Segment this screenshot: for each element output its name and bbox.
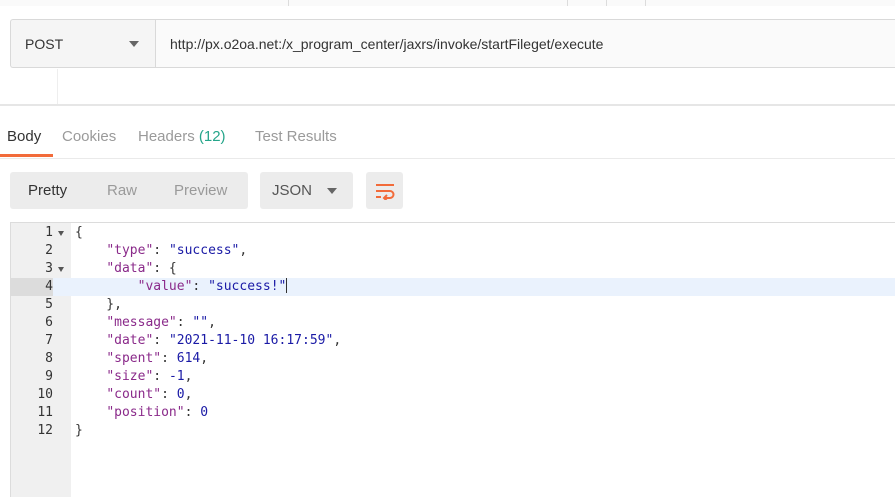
- tab-divider: [645, 0, 646, 6]
- code-line: 7 "date": "2021-11-10 16:17:59",: [11, 332, 895, 350]
- wrap-lines-icon: [375, 183, 394, 200]
- headers-count-badge: (12): [198, 128, 226, 145]
- code-line: 11 "position": 0: [11, 404, 895, 422]
- view-mode-segmented: Pretty Raw Preview: [10, 172, 248, 209]
- tab-cookies[interactable]: Cookies: [62, 128, 116, 145]
- code-text: "type": "success",: [106, 243, 248, 258]
- tabs-divider: [0, 158, 895, 159]
- line-number: 4: [11, 278, 53, 296]
- wrap-lines-button[interactable]: [366, 172, 403, 209]
- text-cursor: [286, 278, 288, 293]
- code-text: "position": 0: [106, 405, 209, 420]
- tab-body-label: Body: [7, 128, 42, 145]
- code-text: {: [75, 225, 83, 240]
- line-number: 11: [37, 405, 53, 420]
- url-input[interactable]: http://px.o2oa.net:/x_program_center/jax…: [156, 20, 895, 67]
- code-line: 6 "message": "",: [11, 314, 895, 332]
- line-number: 12: [37, 423, 53, 438]
- line-number: 2: [45, 243, 53, 258]
- code-line: 2 "type": "success",: [11, 242, 895, 260]
- tab-test-results[interactable]: Test Results: [255, 128, 337, 145]
- code-text: "spent": 614,: [106, 351, 209, 366]
- chevron-down-icon: [327, 187, 337, 194]
- tab-test-results-label: Test Results: [255, 128, 337, 145]
- code-text: "data": {: [106, 261, 177, 276]
- method-label: POST: [25, 35, 64, 52]
- line-number: 10: [37, 387, 53, 402]
- request-bar: POST http://px.o2oa.net:/x_program_cente…: [10, 19, 895, 68]
- format-select[interactable]: JSON: [260, 172, 353, 209]
- tab-divider: [606, 0, 607, 6]
- line-number: 9: [45, 369, 53, 384]
- chevron-down-icon: [129, 40, 139, 47]
- tab-headers[interactable]: Headers (12): [138, 128, 226, 145]
- code-line: 8 "spent": 614,: [11, 350, 895, 368]
- tab-headers-label: Headers: [138, 128, 195, 145]
- tab-divider: [567, 0, 568, 6]
- code-text: "value": "success!": [137, 278, 288, 294]
- code-text: "count": 0,: [106, 387, 193, 402]
- method-select[interactable]: POST: [11, 20, 156, 67]
- pretty-button[interactable]: Pretty: [28, 182, 67, 199]
- code-line: 3 "data": {: [11, 260, 895, 278]
- request-options-area: [57, 69, 895, 105]
- raw-button[interactable]: Raw: [107, 182, 137, 199]
- code-text: "message": "",: [106, 315, 216, 330]
- tab-divider: [288, 0, 289, 6]
- code-text: }: [75, 423, 83, 438]
- code-line: 9 "size": -1,: [11, 368, 895, 386]
- code-line-current: 4 "value": "success!": [11, 278, 895, 296]
- response-body-editor[interactable]: 1 { 2 "type": "success", 3 "data": { 4 "…: [10, 222, 895, 497]
- code-text: "date": "2021-11-10 16:17:59",: [106, 333, 342, 348]
- line-number: 8: [45, 351, 53, 366]
- code-line: 1 {: [11, 224, 895, 242]
- tab-body[interactable]: Body: [7, 128, 41, 145]
- active-tab-indicator: [0, 154, 53, 157]
- code-text: },: [75, 297, 122, 312]
- code-line: 12 }: [11, 422, 895, 440]
- code-line: 10 "count": 0,: [11, 386, 895, 404]
- preview-button[interactable]: Preview: [174, 182, 227, 199]
- line-number: 1: [45, 225, 53, 240]
- line-number: 6: [45, 315, 53, 330]
- line-number: 5: [45, 297, 53, 312]
- line-number: 3: [45, 261, 53, 276]
- code-text: "size": -1,: [106, 369, 193, 384]
- tab-cookies-label: Cookies: [62, 128, 117, 145]
- response-tabs: Body Cookies Headers (12) Test Results: [0, 106, 895, 158]
- code-line: 5 },: [11, 296, 895, 314]
- format-label: JSON: [272, 182, 313, 199]
- top-tab-strip: [0, 0, 895, 6]
- line-number: 7: [45, 333, 53, 348]
- fold-toggle-icon[interactable]: [58, 267, 64, 272]
- fold-toggle-icon[interactable]: [58, 231, 64, 236]
